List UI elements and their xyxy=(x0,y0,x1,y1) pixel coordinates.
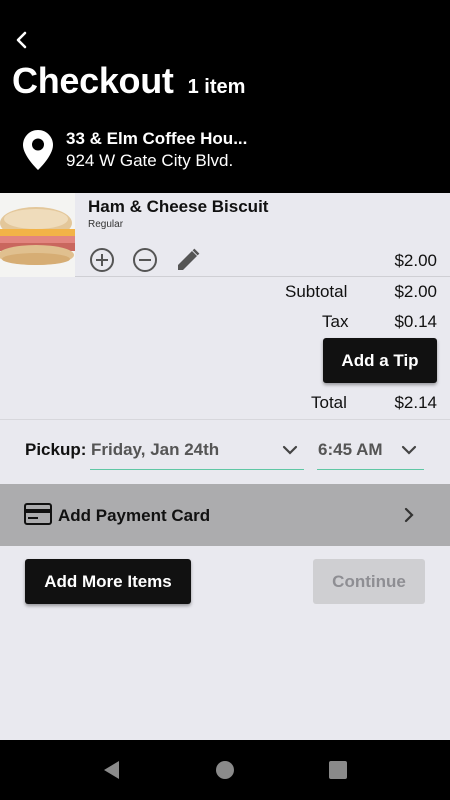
divider xyxy=(0,419,450,420)
plus-circle-icon xyxy=(90,248,114,272)
pickup-date-select[interactable]: Friday, Jan 24th xyxy=(90,432,304,470)
tax-label: Tax xyxy=(322,312,349,331)
pencil-icon xyxy=(178,248,200,270)
recents-square-icon[interactable] xyxy=(326,758,350,782)
back-button[interactable] xyxy=(10,28,34,52)
continue-button[interactable]: Continue xyxy=(313,559,425,604)
subtotal-value: $2.00 xyxy=(394,282,437,301)
add-tip-button[interactable]: Add a Tip xyxy=(323,338,437,383)
item-image xyxy=(0,193,75,277)
add-more-items-button[interactable]: Add More Items xyxy=(25,559,191,604)
credit-card-icon xyxy=(24,503,52,525)
edit-item-button[interactable] xyxy=(175,247,201,273)
pickup-time-value: 6:45 AM xyxy=(318,440,383,459)
decrease-quantity-button[interactable] xyxy=(132,247,158,273)
chevron-right-icon xyxy=(404,507,414,523)
subtotal-label: Subtotal xyxy=(285,282,348,301)
store-text: 33 & Elm Coffee Hou... 924 W Gate City B… xyxy=(66,128,247,172)
item-name: Ham & Cheese Biscuit xyxy=(88,197,269,216)
chevron-down-icon xyxy=(401,445,417,455)
add-payment-card-row[interactable]: Add Payment Card xyxy=(0,484,450,546)
home-circle-icon[interactable] xyxy=(213,758,237,782)
pickup-label: Pickup: xyxy=(25,440,87,459)
store-address: 924 W Gate City Blvd. xyxy=(66,151,234,170)
title-row: Checkout 1 item xyxy=(12,60,245,102)
item-variant: Regular xyxy=(88,219,124,230)
page-title: Checkout xyxy=(12,60,174,101)
pickup-time-select[interactable]: 6:45 AM xyxy=(317,432,424,470)
pickup-date-value: Friday, Jan 24th xyxy=(91,440,220,459)
chevron-down-icon xyxy=(282,445,298,455)
total-label: Total xyxy=(311,393,347,412)
header: Checkout 1 item 33 & Elm Coffee Hou... 9… xyxy=(0,0,450,193)
tax-value: $0.14 xyxy=(394,312,437,331)
system-nav-bar xyxy=(0,740,450,800)
store-name: 33 & Elm Coffee Hou... xyxy=(66,129,248,148)
store-location: 33 & Elm Coffee Hou... 924 W Gate City B… xyxy=(22,128,247,172)
chevron-left-icon xyxy=(16,31,27,49)
payment-label: Add Payment Card xyxy=(58,506,211,525)
back-triangle-icon[interactable] xyxy=(100,758,124,782)
item-price: $2.00 xyxy=(394,251,437,270)
item-count: 1 item xyxy=(187,76,246,98)
sandwich-image xyxy=(0,193,75,277)
minus-circle-icon xyxy=(133,248,157,272)
map-pin-icon xyxy=(23,130,53,170)
increase-quantity-button[interactable] xyxy=(89,247,115,273)
total-value: $2.14 xyxy=(394,393,437,412)
